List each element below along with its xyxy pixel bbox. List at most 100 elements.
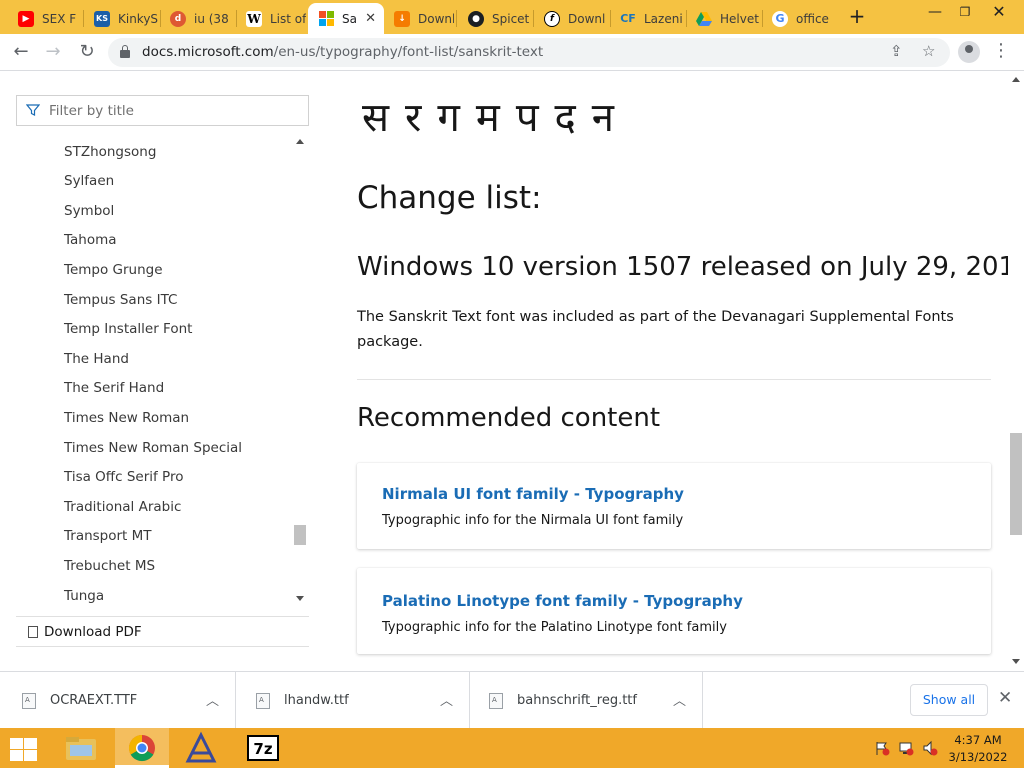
reload-icon[interactable]: ↻ <box>74 40 100 66</box>
recommended-heading: Recommended content <box>357 403 661 433</box>
close-window-icon[interactable]: ✕ <box>984 0 1014 34</box>
download-item[interactable]: OCRAEXT.TTF ︿ <box>2 672 236 729</box>
tab-iu[interactable]: d iu (38 <box>160 3 234 34</box>
toc-item[interactable]: Traditional Arabic <box>64 499 181 515</box>
file-explorer-icon[interactable] <box>54 728 108 768</box>
toc-item[interactable]: Transport MT <box>64 528 152 544</box>
scroll-down-arrow-icon[interactable] <box>1012 659 1020 664</box>
page-scroll-thumb[interactable] <box>1010 433 1022 535</box>
divider <box>16 616 309 617</box>
new-tab-button[interactable]: + <box>846 6 868 28</box>
share-icon[interactable]: ⇪ <box>890 42 903 60</box>
divider <box>357 379 991 380</box>
google-icon: G <box>772 10 788 27</box>
show-all-button[interactable]: Show all <box>910 684 988 716</box>
tab-label: List of <box>270 11 307 26</box>
tab-office[interactable]: G office <box>762 3 836 34</box>
tab-youtube[interactable]: ▶ SEX F <box>8 3 80 34</box>
divider <box>16 646 309 647</box>
wikipedia-icon: W <box>246 10 262 27</box>
page-scrollbar[interactable] <box>1008 71 1024 671</box>
tab-label: Lazeni <box>644 11 683 26</box>
toc-item[interactable]: Tisa Offc Serif Pro <box>64 469 183 485</box>
tab-kinky[interactable]: KS KinkyS <box>84 3 158 34</box>
close-download-bar-icon[interactable]: ✕ <box>998 688 1012 708</box>
pdf-icon <box>28 626 38 638</box>
toc-item[interactable]: Temp Installer Font <box>64 321 192 337</box>
card-title-link[interactable]: Palatino Linotype font family - Typograp… <box>382 592 743 610</box>
toc-item[interactable]: Tahoma <box>64 232 117 248</box>
back-arrow-icon[interactable]: ← <box>8 40 34 66</box>
chrome-taskbar-icon[interactable] <box>115 728 169 768</box>
tab-list-of[interactable]: W List of <box>236 3 308 34</box>
network-icon[interactable] <box>898 740 914 756</box>
minimize-icon[interactable]: — <box>920 0 950 34</box>
tab-sanskrit-active[interactable]: Sa ✕ <box>308 3 384 34</box>
download-item[interactable]: lhandw.ttf ︿ <box>236 672 470 729</box>
tab-github[interactable]: ● Spicet <box>458 3 532 34</box>
url-text[interactable]: docs.microsoft.com/en-us/typography/font… <box>142 44 543 60</box>
google-drive-icon <box>696 11 712 27</box>
recommended-card[interactable]: Nirmala UI font family - Typography Typo… <box>357 463 991 549</box>
profile-avatar-icon[interactable] <box>958 41 980 63</box>
toc-item[interactable]: Tempo Grunge <box>64 262 163 278</box>
scroll-down-arrow-icon[interactable] <box>296 596 304 601</box>
taskbar: 7z 4:37 AM 3/13/2022 <box>0 728 1024 768</box>
scroll-up-arrow-icon[interactable] <box>296 139 304 144</box>
download-site-icon: ↓ <box>394 10 410 27</box>
clock-date[interactable]: 3/13/2022 <box>948 750 1008 764</box>
lock-icon[interactable] <box>120 45 130 59</box>
github-icon: ● <box>468 10 484 27</box>
toc-item[interactable]: Trebuchet MS <box>64 558 155 574</box>
tab-label: KinkyS <box>118 11 158 26</box>
volume-muted-icon[interactable] <box>922 740 938 756</box>
toc-item[interactable]: Symbol <box>64 203 114 219</box>
card-description: Typographic info for the Nirmala UI font… <box>382 513 684 528</box>
7zip-taskbar-icon[interactable]: 7z <box>236 728 290 768</box>
toc-item[interactable]: STZhongsong <box>64 144 156 160</box>
tab-label: Spicet <box>492 11 530 26</box>
download-bar: OCRAEXT.TTF ︿ lhandw.ttf ︿ bahnschrift_r… <box>0 671 1024 729</box>
download-pdf-link[interactable]: Download PDF <box>28 624 142 640</box>
cf-icon: CF <box>620 12 636 25</box>
toc-item[interactable]: Times New Roman <box>64 410 189 426</box>
toc-item[interactable]: Tunga <box>64 588 104 604</box>
tab-helvet[interactable]: Helvet <box>686 3 760 34</box>
chevron-up-icon[interactable]: ︿ <box>206 690 219 709</box>
toc-item[interactable]: The Hand <box>64 351 129 367</box>
toc-list: STZhongsong Sylfaen Symbol Tahoma Tempo … <box>16 134 292 610</box>
restore-icon[interactable]: ❐ <box>950 0 980 34</box>
font-site-icon: f <box>544 10 560 27</box>
close-tab-icon[interactable]: ✕ <box>365 11 376 26</box>
filter-by-title-input[interactable]: Filter by title <box>16 95 309 126</box>
chevron-up-icon[interactable]: ︿ <box>673 690 686 709</box>
toc-item[interactable]: Times New Roman Special <box>64 440 242 456</box>
clock-time[interactable]: 4:37 AM <box>948 733 1008 747</box>
recommended-card[interactable]: Palatino Linotype font family - Typograp… <box>357 568 991 654</box>
windows-start-icon[interactable] <box>8 736 38 762</box>
ddg-icon: d <box>170 10 186 27</box>
menu-kebab-icon[interactable]: ⋮ <box>992 40 1010 61</box>
tab-label: Downl <box>568 11 606 26</box>
bookmark-star-icon[interactable]: ☆ <box>922 42 935 60</box>
tab-download-1[interactable]: ↓ Downl <box>384 3 454 34</box>
scroll-up-arrow-icon[interactable] <box>1012 77 1020 82</box>
toc-item[interactable]: Tempus Sans ITC <box>64 292 177 308</box>
action-center-flag-icon[interactable] <box>874 740 890 756</box>
forward-arrow-icon[interactable]: → <box>40 40 66 66</box>
chevron-up-icon[interactable]: ︿ <box>440 690 453 709</box>
tab-download-2[interactable]: f Downl <box>534 3 608 34</box>
address-bar[interactable]: docs.microsoft.com/en-us/typography/font… <box>108 38 950 67</box>
font-app-taskbar-icon[interactable] <box>174 728 228 768</box>
toc-scroll-thumb[interactable] <box>294 525 306 545</box>
tab-label: Helvet <box>720 11 759 26</box>
card-title-link[interactable]: Nirmala UI font family - Typography <box>382 485 684 503</box>
toc-item[interactable]: Sylfaen <box>64 173 114 189</box>
tab-lazeni[interactable]: CF Lazeni <box>610 3 684 34</box>
toc-scrollbar[interactable] <box>292 134 308 610</box>
filter-placeholder: Filter by title <box>49 103 134 119</box>
tab-label: Downl <box>418 11 454 26</box>
download-item[interactable]: bahnschrift_reg.ttf ︿ <box>469 672 703 729</box>
toc-item[interactable]: The Serif Hand <box>64 380 164 396</box>
ks-icon: KS <box>94 10 110 27</box>
